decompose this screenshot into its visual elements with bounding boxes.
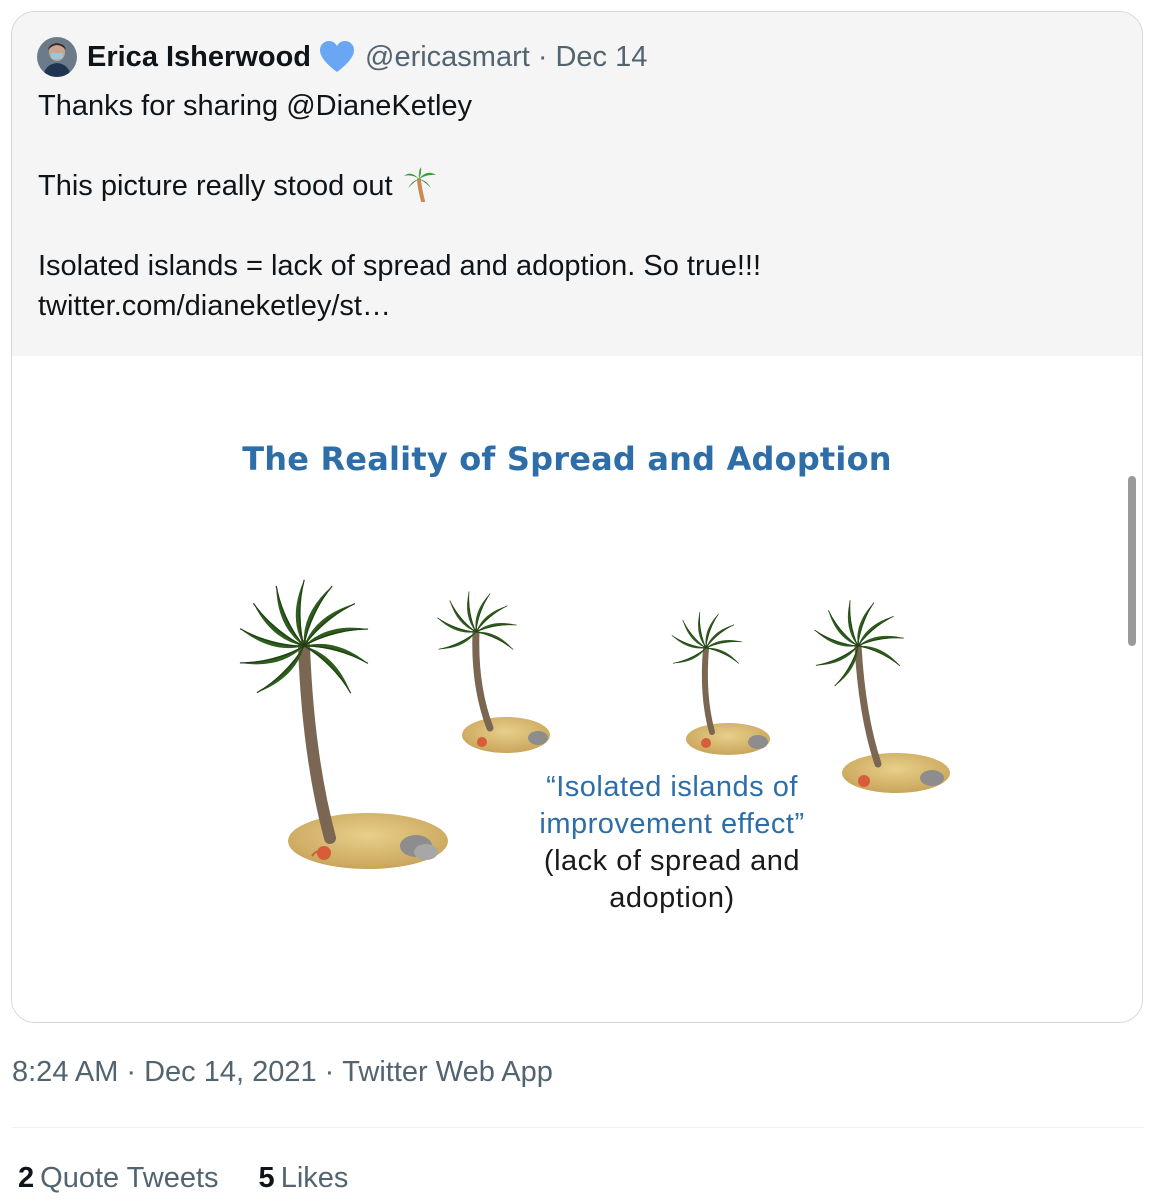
text-line-3: This picture really stood out [38, 166, 1118, 206]
quoted-tweet-date[interactable]: Dec 14 [555, 41, 647, 74]
tweet-source[interactable]: Twitter Web App [342, 1056, 553, 1088]
tweet-date[interactable]: Dec 14, 2021 [144, 1056, 317, 1088]
palm-tree-icon [403, 166, 437, 203]
author-row[interactable]: Erica Isherwood @ericasmart · Dec 14 [37, 36, 647, 78]
caption-line-4: adoption) [609, 882, 735, 914]
text-line-blank [38, 206, 1118, 246]
text-line-5: Isolated islands = lack of spread and ad… [38, 250, 762, 282]
slide-caption: “Isolated islands of improvement effect”… [532, 769, 812, 917]
scrollbar-thumb[interactable] [1128, 476, 1136, 646]
caption-line-3: (lack of spread and [543, 845, 801, 877]
separator-dot: · [324, 1056, 335, 1088]
likes-count: 5 [258, 1162, 275, 1194]
author-handle[interactable]: @ericasmart [365, 41, 530, 74]
verified-heart-icon [319, 40, 355, 74]
link-text[interactable]: twitter.com/dianeketley/st… [38, 286, 1118, 326]
likes-stat[interactable]: 5 Likes [259, 1162, 349, 1195]
slide-title: The Reality of Spread and Adoption [242, 440, 892, 478]
tweet-stats: 2 Quote Tweets 5 Likes [18, 1162, 388, 1195]
divider [12, 1127, 1144, 1128]
quote-tweets-count: 2 [18, 1162, 35, 1194]
quoted-tweet-header: Erica Isherwood @ericasmart · Dec 14 Tha… [12, 12, 1142, 356]
quote-tweets-label: Quote Tweets [40, 1162, 219, 1194]
author-name[interactable]: Erica Isherwood [87, 41, 311, 74]
island-2 [435, 591, 550, 753]
island-4 [811, 599, 950, 793]
separator-dot: · [126, 1056, 137, 1088]
quoted-tweet-card[interactable]: Erica Isherwood @ericasmart · Dec 14 Tha… [11, 11, 1143, 1023]
text-line-1: Thanks for sharing @DianeKetley [38, 90, 473, 122]
text-line-blank [38, 126, 1118, 166]
tweet-meta: 8:24 AM · Dec 14, 2021 · Twitter Web App [12, 1056, 553, 1089]
caption-quote-line-1: “Isolated islands of [546, 771, 798, 803]
island-1 [237, 579, 448, 869]
tweet-media-image[interactable]: The Reality of Spread and Adoption “Isol… [12, 356, 1142, 1022]
quoted-tweet-text: Thanks for sharing @DianeKetley This pic… [38, 86, 1118, 326]
avatar[interactable] [37, 37, 77, 77]
caption-quote-line-2: improvement effect” [539, 808, 805, 840]
quote-tweets-stat[interactable]: 2 Quote Tweets [18, 1162, 219, 1195]
text-line-3-content: This picture really stood out [38, 170, 393, 202]
tweet-time[interactable]: 8:24 AM [12, 1056, 118, 1088]
separator-dot: · [537, 40, 548, 73]
island-3 [669, 611, 770, 755]
likes-label: Likes [280, 1162, 349, 1194]
